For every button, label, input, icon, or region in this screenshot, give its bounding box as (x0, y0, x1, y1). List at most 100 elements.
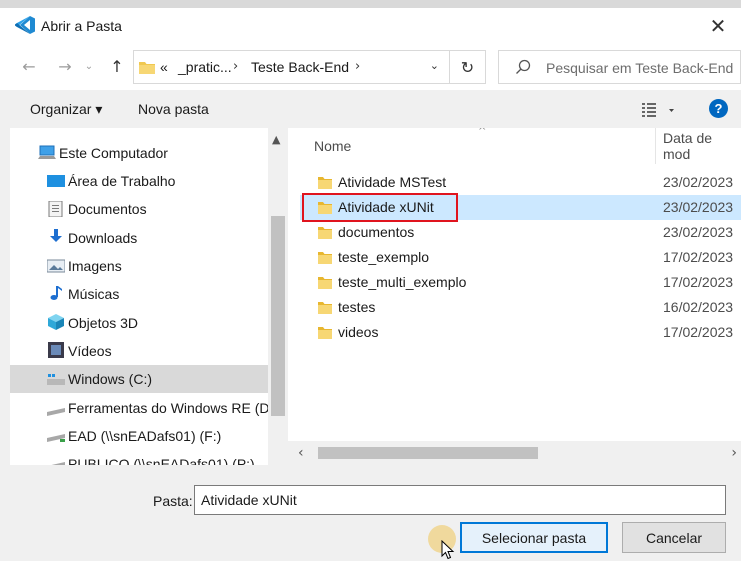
file-date: 23/02/2023 (663, 224, 734, 240)
music-icon (50, 286, 62, 300)
sidebar-item-este-computador[interactable]: Este Computador (10, 139, 268, 167)
file-date: 17/02/2023 (663, 324, 734, 340)
sidebar-item-label: Vídeos (68, 343, 112, 359)
sidebar-item-ferramentas-windows-re[interactable]: Ferramentas do Windows RE (D: (10, 394, 273, 422)
file-list: Nome ^ Data de mod Atividade MSTest 23/0… (288, 128, 741, 465)
search-placeholder: Pesquisar em Teste Back-End (546, 60, 734, 76)
file-name: Atividade MSTest (338, 174, 447, 190)
file-date: 23/02/2023 (663, 174, 734, 190)
sidebar-item-label: Ferramentas do Windows RE (D: (68, 400, 274, 416)
table-row[interactable]: teste_exemplo 17/02/2023 (300, 245, 741, 270)
table-row[interactable]: teste_multi_exemplo 17/02/2023 (300, 270, 741, 295)
file-name: teste_multi_exemplo (338, 274, 467, 290)
organize-button[interactable]: Organizar ▾ (30, 101, 102, 118)
sidebar-item-downloads[interactable]: Downloads (10, 224, 268, 252)
sidebar-item-musicas[interactable]: Músicas (10, 280, 268, 308)
file-date: 23/02/2023 (663, 199, 734, 215)
table-row[interactable]: Atividade MSTest 23/02/2023 (300, 170, 741, 195)
arrow-up-icon: ↑ (110, 56, 124, 76)
sidebar-item-ead-network[interactable]: EAD (\\snEADafs01) (F:) (10, 422, 268, 450)
chevron-down-icon: ⌄ (84, 60, 94, 72)
select-folder-button[interactable]: Selecionar pasta (460, 522, 608, 553)
title-bar: Abrir a Pasta ✕ (0, 0, 741, 44)
sidebar-item-windows-c[interactable]: Windows (C:) (10, 365, 268, 393)
chevron-up-icon[interactable]: ▲ (272, 133, 280, 146)
sidebar-scrollbar[interactable]: ▲ (268, 128, 288, 465)
file-date: 16/02/2023 (663, 299, 734, 315)
scrollbar-corner (268, 441, 288, 465)
vscode-logo-icon (15, 16, 35, 34)
folder-field-label: Pasta: (153, 493, 193, 509)
horizontal-scroll-thumb[interactable] (318, 447, 538, 459)
column-header-name[interactable]: Nome (314, 128, 351, 164)
documents-icon (48, 201, 63, 217)
sidebar-item-label: EAD (\\snEADafs01) (F:) (68, 428, 222, 444)
file-name: videos (338, 324, 379, 340)
dialog-footer: Pasta: Selecionar pasta Cancelar (0, 465, 741, 561)
file-date: 17/02/2023 (663, 274, 734, 290)
folder-icon (139, 62, 155, 74)
table-row[interactable]: documentos 23/02/2023 (300, 220, 741, 245)
address-dropdown-icon[interactable]: ⌄ (430, 59, 439, 72)
up-button[interactable]: ↑ (104, 52, 130, 80)
sidebar-item-imagens[interactable]: Imagens (10, 252, 268, 280)
arrow-left-icon: ← (22, 56, 36, 76)
file-date: 17/02/2023 (663, 249, 734, 265)
sidebar-item-videos[interactable]: Vídeos (10, 337, 268, 365)
sidebar-item-label: Objetos 3D (68, 315, 139, 331)
file-name: teste_exemplo (338, 249, 430, 265)
folder-icon (318, 302, 332, 314)
close-icon: ✕ (709, 14, 727, 38)
videos-icon (48, 342, 64, 358)
folder-icon (318, 227, 332, 239)
forward-button[interactable]: → (52, 52, 78, 80)
refresh-icon: ↻ (460, 57, 475, 77)
chevron-right-icon[interactable]: › (731, 445, 737, 461)
breadcrumb-overflow[interactable]: « (160, 59, 168, 75)
sidebar-item-area-de-trabalho[interactable]: Área de Trabalho (10, 167, 268, 195)
drive-icon (47, 374, 65, 385)
new-folder-button[interactable]: Nova pasta (138, 101, 209, 117)
sidebar-item-objetos-3d[interactable]: Objetos 3D (10, 309, 268, 337)
horizontal-scrollbar[interactable]: ‹ › (268, 441, 741, 465)
view-options-icon[interactable] (641, 100, 677, 120)
table-row[interactable]: testes 16/02/2023 (300, 295, 741, 320)
chevron-left-icon[interactable]: ‹ (298, 445, 304, 461)
downloads-icon (50, 229, 62, 242)
file-name: Atividade xUNit (338, 199, 434, 215)
sidebar-item-label: Windows (C:) (68, 371, 153, 387)
network-drive-icon (51, 462, 65, 465)
refresh-button[interactable]: ↻ (450, 50, 486, 84)
search-input[interactable]: Pesquisar em Teste Back-End (498, 50, 741, 84)
objects-3d-icon (48, 314, 64, 330)
desktop-icon (47, 175, 65, 187)
chevron-right-icon: › (355, 59, 361, 74)
sidebar-item-label: Este Computador (59, 145, 168, 161)
sort-ascending-icon: ^ (478, 128, 487, 137)
breadcrumb-item-teste-back-end[interactable]: Teste Back-End (251, 59, 349, 75)
column-divider[interactable] (655, 128, 656, 164)
folder-name-input[interactable] (194, 485, 726, 515)
file-name: documentos (338, 224, 415, 240)
folder-icon (318, 252, 332, 264)
help-button[interactable]: ? (709, 99, 728, 118)
sidebar-item-label: PUBLICO (\\snEADafs01) (P:) (68, 456, 255, 465)
search-icon (516, 59, 531, 74)
back-button[interactable]: ← (16, 52, 42, 80)
table-row[interactable]: videos 17/02/2023 (300, 320, 741, 345)
sidebar-scroll-thumb[interactable] (271, 216, 285, 416)
cancel-button[interactable]: Cancelar (622, 522, 726, 553)
column-header-date[interactable]: Data de mod (663, 128, 741, 164)
recent-locations-button[interactable]: ⌄ (80, 52, 98, 80)
breadcrumb-item-pratic[interactable]: _pratic... (178, 59, 232, 75)
close-button[interactable]: ✕ (695, 8, 741, 44)
table-row[interactable]: Atividade xUNit 23/02/2023 (300, 195, 741, 220)
address-bar[interactable]: « _pratic... › Teste Back-End › ⌄ (133, 50, 450, 84)
file-name: testes (338, 299, 376, 315)
sidebar-item-documentos[interactable]: Documentos (10, 195, 268, 223)
arrow-right-icon: → (58, 56, 72, 76)
navigation-bar: ← → ⌄ ↑ « _pratic... › Teste Back-End › … (0, 44, 741, 90)
sidebar-item-publico-network[interactable]: PUBLICO (\\snEADafs01) (P:) (10, 450, 268, 465)
sidebar-item-label: Downloads (68, 230, 138, 246)
folder-icon (318, 202, 332, 214)
